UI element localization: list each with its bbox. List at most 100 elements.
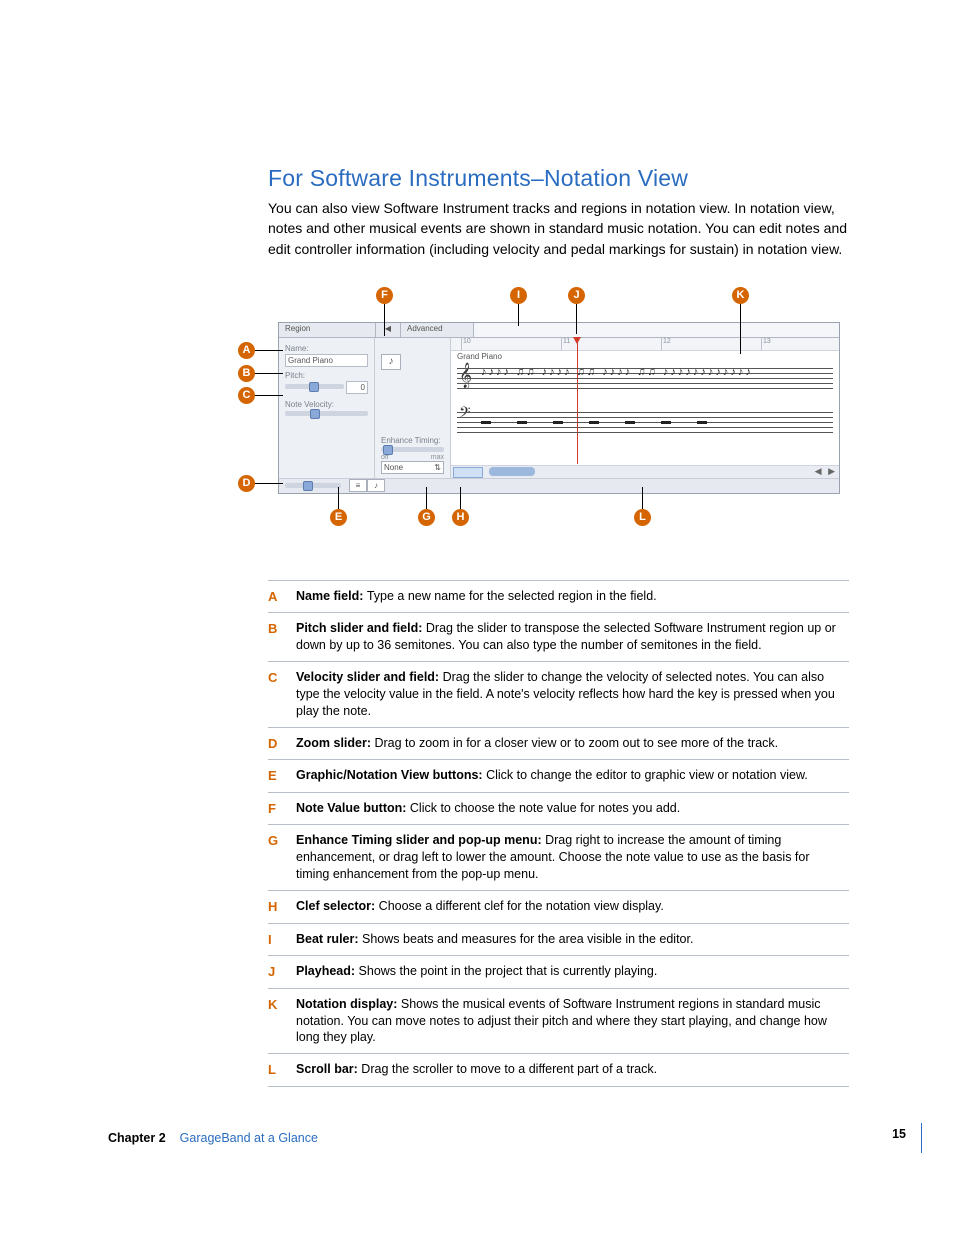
velocity-label: Note Velocity: <box>285 400 368 409</box>
advanced-column: ♪ Enhance Timing: off max None⇅ <box>375 338 451 478</box>
score-region-title: Grand Piano <box>457 352 502 361</box>
clef-selector[interactable] <box>453 467 483 478</box>
callout-key: F <box>268 792 296 825</box>
callout-row: HClef selector: Choose a different clef … <box>268 891 849 924</box>
popup-arrows-icon: ⇅ <box>434 463 441 472</box>
callout-a: A <box>238 342 255 359</box>
enhance-timing-popup[interactable]: None⇅ <box>381 461 444 474</box>
intro-paragraph: You can also view Software Instrument tr… <box>268 198 849 259</box>
page-number: 15 <box>892 1127 906 1141</box>
leader-line <box>255 483 283 484</box>
callout-row: EGraphic/Notation View buttons: Click to… <box>268 760 849 793</box>
callout-e: E <box>330 509 347 526</box>
leader-line <box>338 487 339 509</box>
callout-row: AName field: Type a new name for the sel… <box>268 580 849 613</box>
editor-header: Region ◀ Advanced <box>279 323 839 338</box>
callout-key: D <box>268 727 296 760</box>
callout-key: I <box>268 923 296 956</box>
callout-desc: Note Value button: Click to choose the n… <box>296 792 849 825</box>
enhance-off-label: off <box>381 454 389 461</box>
callout-row: IBeat ruler: Shows beats and measures fo… <box>268 923 849 956</box>
editor-panel: Region ◀ Advanced Name: Grand Piano Pitc… <box>278 322 840 494</box>
notes-row[interactable]: ♪♪♪♪ ♫♫ ♪♪♪♪ ♫♫ ♪♪♪♪ ♫♫ ♪♪♪♪♪♪♪♪♪♪♪♪ <box>481 366 833 394</box>
leader-line <box>255 395 283 396</box>
callout-desc: Graphic/Notation View buttons: Click to … <box>296 760 849 793</box>
scroll-thumb[interactable] <box>489 467 535 476</box>
callout-row: BPitch slider and field: Drag the slider… <box>268 613 849 662</box>
enhance-timing-label: Enhance Timing: <box>381 436 444 445</box>
header-collapse-icon[interactable]: ◀ <box>376 323 401 337</box>
editor-footer: ≡ ♪ <box>279 478 839 493</box>
callout-desc: Scroll bar: Drag the scroller to move to… <box>296 1054 849 1087</box>
pitch-field[interactable]: 0 <box>346 381 368 394</box>
footer-title: GarageBand at a Glance <box>180 1131 318 1145</box>
velocity-slider[interactable] <box>285 411 368 416</box>
name-label: Name: <box>285 344 368 353</box>
callout-desc: Clef selector: Choose a different clef f… <box>296 891 849 924</box>
callout-desc: Playhead: Shows the point in the project… <box>296 956 849 989</box>
view-buttons: ≡ ♪ <box>349 479 385 492</box>
callout-desc: Beat ruler: Shows beats and measures for… <box>296 923 849 956</box>
leader-line <box>426 487 427 509</box>
scroll-bar[interactable]: ◀ ▶ <box>451 465 839 478</box>
callout-g: G <box>418 509 435 526</box>
callout-row: GEnhance Timing slider and pop-up menu: … <box>268 825 849 891</box>
callout-key: B <box>268 613 296 662</box>
leader-line <box>642 487 643 509</box>
pitch-label: Pitch: <box>285 371 368 380</box>
callout-key: G <box>268 825 296 891</box>
zoom-slider[interactable] <box>285 483 341 488</box>
notation-display[interactable]: 10 11 12 13 Grand Piano 𝄞 ♪♪♪♪ ♫♫ ♪♪♪♪ ♫… <box>451 338 839 478</box>
callout-key: E <box>268 760 296 793</box>
beat-ruler[interactable]: 10 11 12 13 <box>451 338 839 351</box>
leader-line <box>255 373 283 374</box>
callout-desc: Zoom slider: Drag to zoom in for a close… <box>296 727 849 760</box>
enhance-max-label: max <box>431 454 444 461</box>
graphic-view-button[interactable]: ≡ <box>349 479 367 492</box>
annotated-figure: F I J K A B C D E G H L Region ◀ Advance… <box>238 287 849 532</box>
callout-j: J <box>568 287 585 304</box>
leader-line <box>518 304 519 326</box>
callout-key: L <box>268 1054 296 1087</box>
scroll-arrows-icon[interactable]: ◀ ▶ <box>815 466 837 477</box>
name-field[interactable]: Grand Piano <box>285 354 368 367</box>
enhance-timing-slider[interactable] <box>381 447 444 452</box>
callout-h: H <box>452 509 469 526</box>
leader-line <box>384 304 385 336</box>
pitch-slider[interactable] <box>285 384 344 389</box>
page-footer: Chapter 2 GarageBand at a Glance 15 <box>0 1127 954 1149</box>
callout-desc: Notation display: Shows the musical even… <box>296 988 849 1054</box>
callout-b: B <box>238 365 255 382</box>
callout-row: DZoom slider: Drag to zoom in for a clos… <box>268 727 849 760</box>
callout-d: D <box>238 475 255 492</box>
callout-i: I <box>510 287 527 304</box>
callout-desc: Velocity slider and field: Drag the slid… <box>296 662 849 728</box>
callout-row: CVelocity slider and field: Drag the sli… <box>268 662 849 728</box>
section-heading: For Software Instruments–Notation View <box>268 165 849 192</box>
callout-key: J <box>268 956 296 989</box>
callout-row: KNotation display: Shows the musical eve… <box>268 988 849 1054</box>
callout-k: K <box>732 287 749 304</box>
leader-line <box>460 487 461 509</box>
callout-key: A <box>268 580 296 613</box>
callout-desc: Name field: Type a new name for the sele… <box>296 580 849 613</box>
callout-key: K <box>268 988 296 1054</box>
leader-line <box>576 304 577 334</box>
callout-row: JPlayhead: Shows the point in the projec… <box>268 956 849 989</box>
note-value-button[interactable]: ♪ <box>381 354 401 370</box>
callout-row: LScroll bar: Drag the scroller to move t… <box>268 1054 849 1087</box>
rests-row: ▬▬▬▬▬▬▬ <box>481 416 833 427</box>
header-advanced[interactable]: Advanced <box>401 323 474 337</box>
callout-row: FNote Value button: Click to choose the … <box>268 792 849 825</box>
callout-key: H <box>268 891 296 924</box>
footer-chapter: Chapter 2 <box>108 1131 166 1145</box>
region-column: Name: Grand Piano Pitch: 0 Note Velocity… <box>279 338 375 478</box>
callout-key: C <box>268 662 296 728</box>
notation-view-button[interactable]: ♪ <box>367 479 385 492</box>
header-region[interactable]: Region <box>279 323 376 337</box>
playhead[interactable] <box>577 338 578 464</box>
leader-line <box>740 304 741 354</box>
callout-table: AName field: Type a new name for the sel… <box>268 580 849 1087</box>
callout-desc: Pitch slider and field: Drag the slider … <box>296 613 849 662</box>
callout-desc: Enhance Timing slider and pop-up menu: D… <box>296 825 849 891</box>
